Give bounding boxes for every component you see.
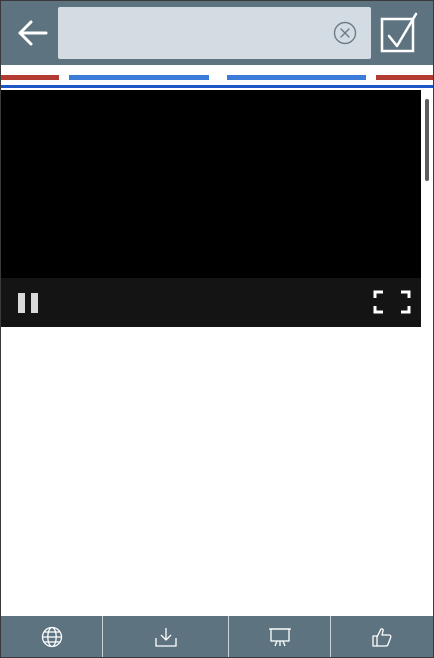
arrow-left-icon	[18, 20, 48, 46]
search-input[interactable]	[58, 7, 328, 59]
back-button[interactable]	[11, 13, 53, 53]
search-box[interactable]	[58, 7, 371, 59]
thumbs-up-icon	[372, 627, 392, 647]
presentation-button[interactable]	[229, 616, 331, 657]
stripe-red-right	[376, 75, 433, 80]
pause-button[interactable]	[17, 292, 39, 314]
video-scroll-indicator[interactable]	[425, 99, 429, 181]
download-icon	[154, 627, 177, 647]
fullscreen-button[interactable]	[373, 290, 411, 314]
pause-icon	[18, 293, 38, 313]
checkbox-check-icon	[380, 12, 418, 53]
circle-x-icon	[333, 21, 357, 45]
download-button[interactable]	[103, 616, 229, 657]
globe-button[interactable]	[1, 616, 103, 657]
stripe-blue-2	[227, 75, 366, 80]
stripe-red-left	[1, 75, 59, 80]
video-controls	[1, 278, 421, 327]
bottom-toolbar	[1, 616, 433, 657]
stripe-base-line	[1, 85, 433, 88]
decorative-stripes	[1, 65, 433, 90]
top-toolbar	[1, 1, 433, 65]
thumbs-up-button[interactable]	[331, 616, 433, 657]
presentation-icon	[268, 627, 291, 646]
confirm-button[interactable]	[379, 11, 419, 55]
app-frame	[0, 0, 434, 658]
fullscreen-icon	[373, 290, 411, 314]
stripe-blue-1	[69, 75, 209, 80]
globe-icon	[41, 626, 62, 647]
video-player[interactable]	[1, 90, 421, 327]
clear-search-button[interactable]	[333, 21, 357, 45]
